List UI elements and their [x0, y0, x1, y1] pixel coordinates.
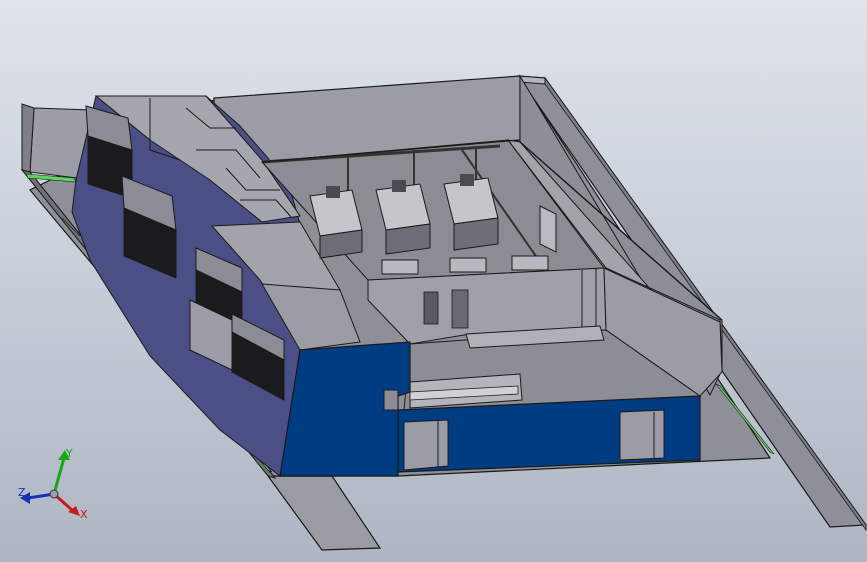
front-door-left[interactable] [403, 419, 449, 471]
equipment-unit-1[interactable] [423, 291, 439, 325]
lab-door[interactable] [539, 205, 557, 253]
graphics-viewport[interactable]: Y Z X [0, 0, 867, 562]
x-axis-label: X [80, 508, 88, 521]
coordinate-triad[interactable]: Y Z X [14, 446, 94, 526]
entrance-slab [266, 475, 382, 551]
lab-table-2[interactable] [449, 257, 487, 273]
building-model[interactable] [0, 0, 867, 562]
z-axis-label: Z [18, 486, 26, 499]
front-door-right[interactable] [619, 409, 665, 461]
facade-window [383, 389, 399, 411]
lab-table-1[interactable] [381, 259, 419, 275]
triad-origin [49, 489, 59, 499]
lab-table-3[interactable] [511, 255, 549, 271]
y-axis [52, 457, 66, 495]
y-axis-label: Y [65, 447, 73, 460]
equipment-unit-2[interactable] [451, 289, 469, 329]
